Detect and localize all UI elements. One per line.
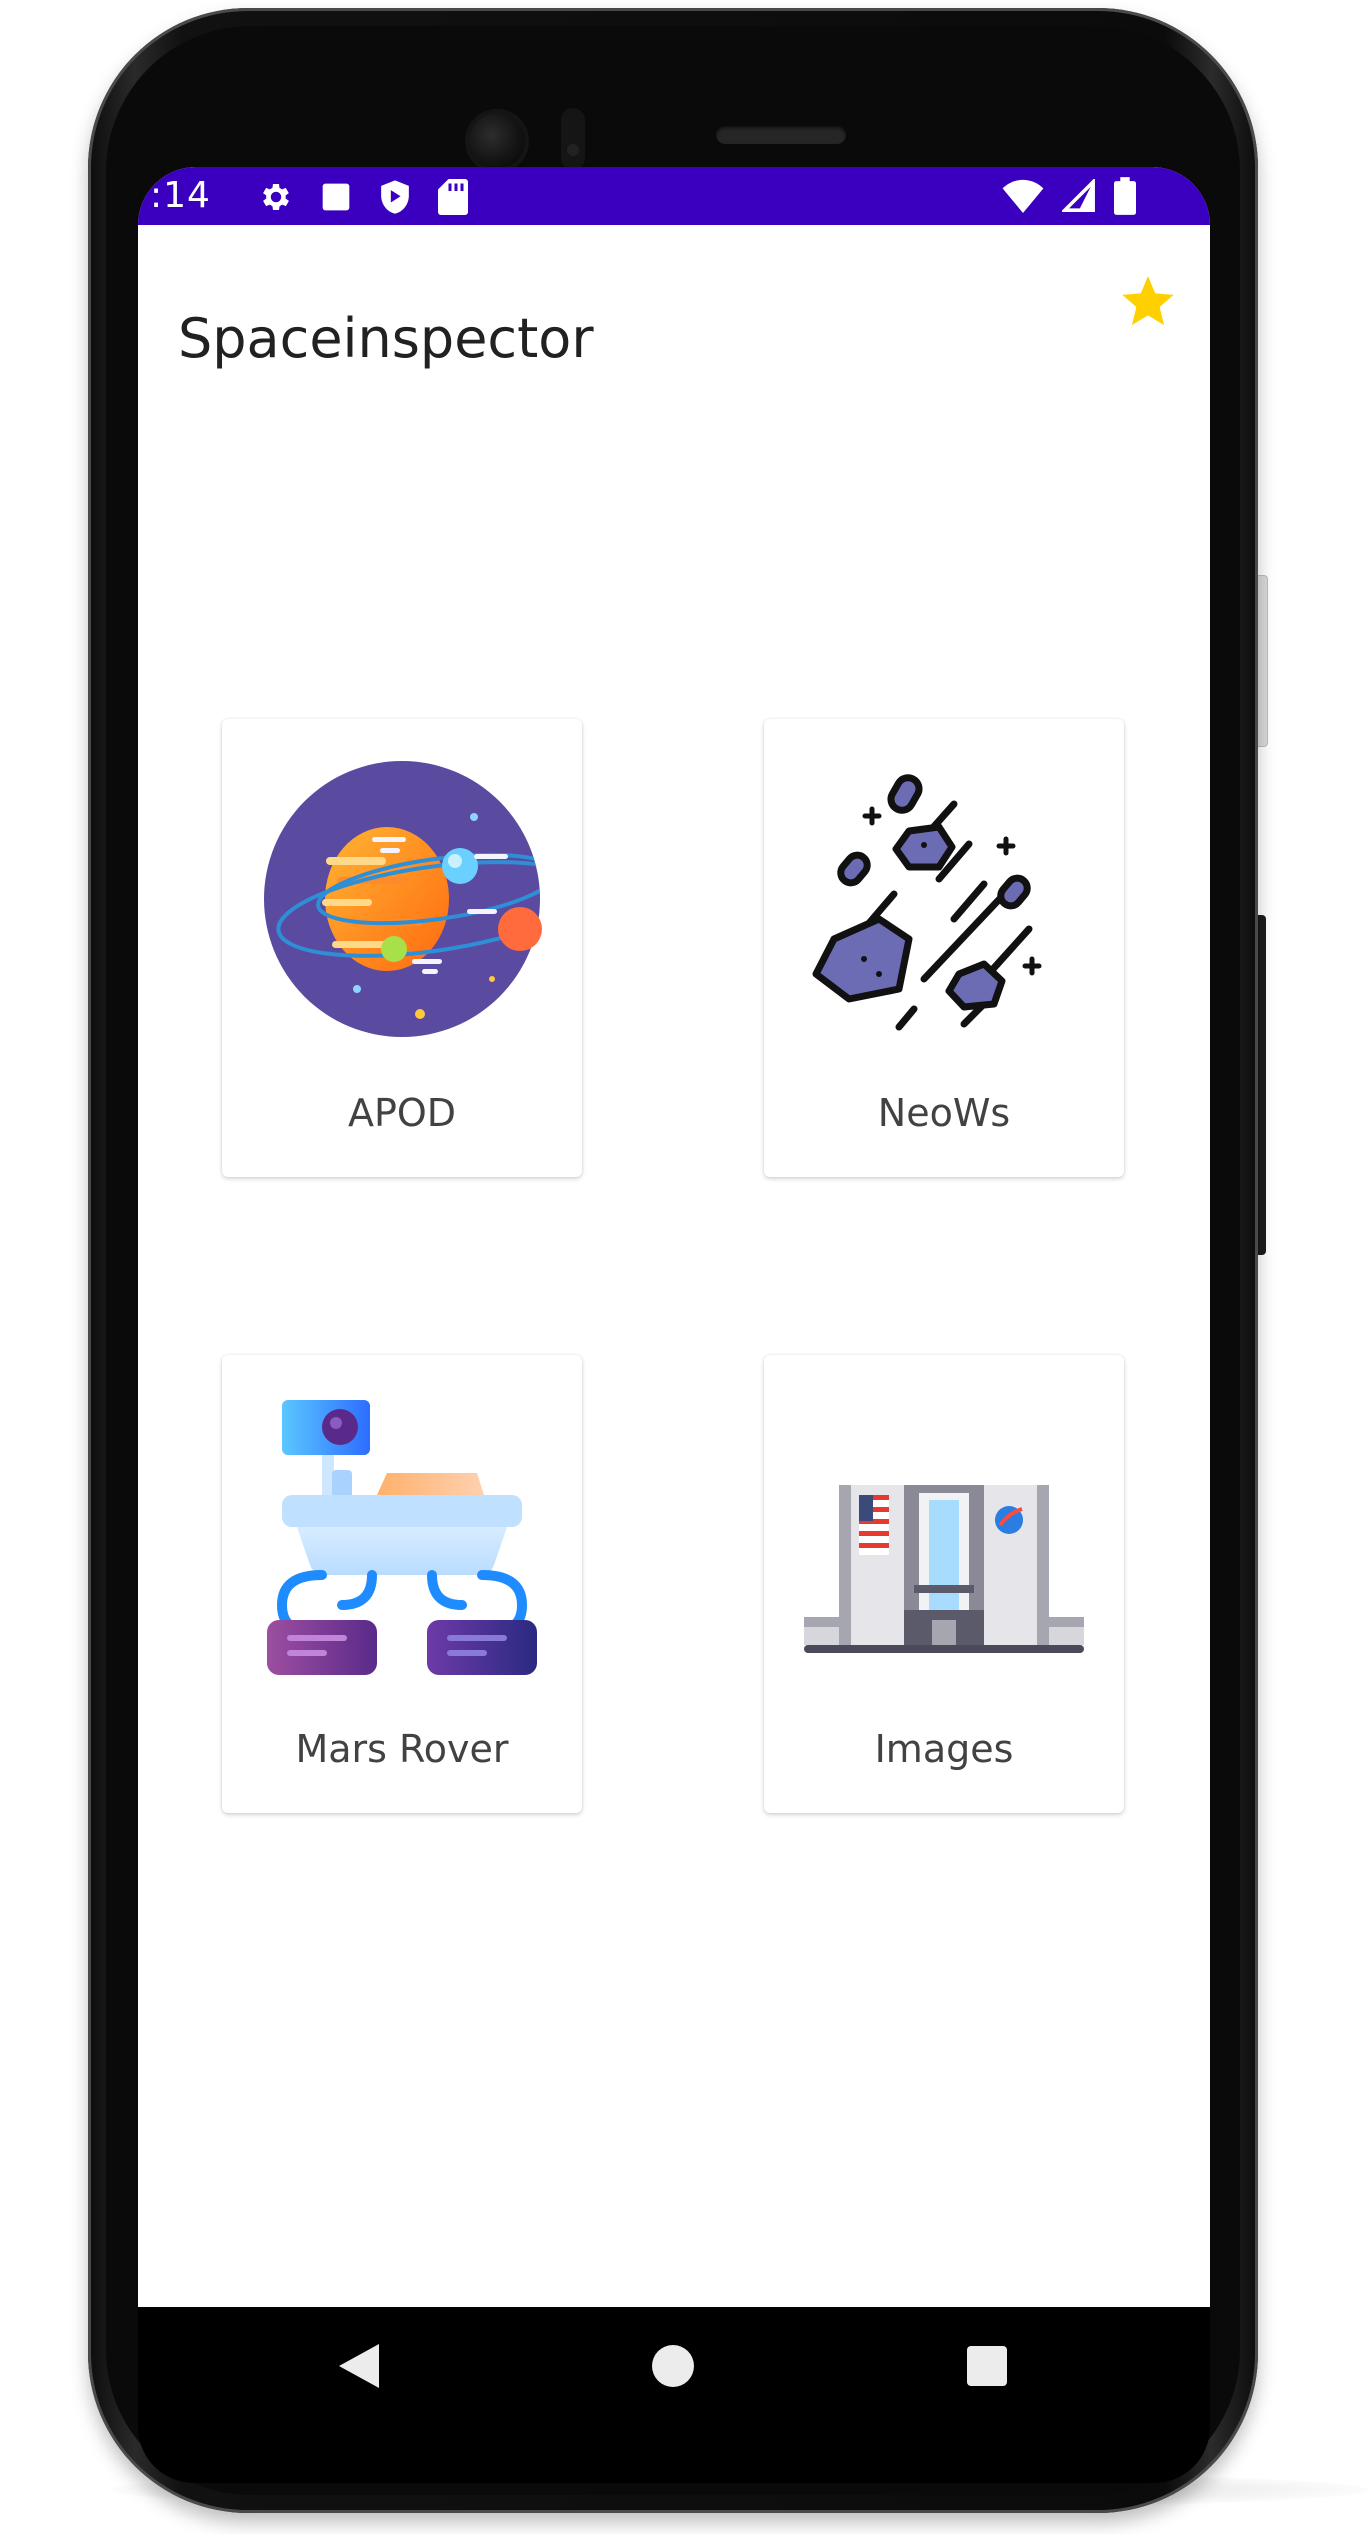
recents-square-icon: [967, 2345, 1007, 2391]
phone-chin: [138, 2427, 1210, 2483]
front-camera: [469, 113, 525, 169]
app-title: Spaceinspector: [178, 307, 594, 371]
phone-screen: :14 Spaceinspector APOD NeoWs Mars Rover…: [138, 167, 1210, 2427]
nav-back-button[interactable]: [336, 2343, 382, 2393]
shield-play-icon: [378, 179, 412, 215]
card-mars-rover[interactable]: Mars Rover: [222, 1355, 582, 1813]
gear-icon: [258, 179, 294, 215]
nav-home-button[interactable]: [650, 2344, 696, 2392]
mars-rover-icon: [262, 1395, 542, 1675]
favorites-button[interactable]: [1118, 275, 1178, 335]
back-triangle-icon: [339, 2343, 379, 2393]
card-label: APOD: [347, 1091, 457, 1135]
card-neows[interactable]: NeoWs: [764, 719, 1124, 1177]
card-apod[interactable]: APOD: [222, 719, 582, 1177]
star-icon: [1120, 275, 1176, 335]
card-label: Mars Rover: [295, 1727, 509, 1771]
battery-icon: [1114, 177, 1136, 215]
card-label: Images: [874, 1727, 1014, 1771]
nav-recents-button[interactable]: [964, 2345, 1010, 2391]
wifi-icon: [1002, 179, 1044, 213]
app-bar: Spaceinspector: [138, 225, 1210, 385]
nasa-building-icon: [804, 1395, 1084, 1675]
card-images[interactable]: Images: [764, 1355, 1124, 1813]
solar-system-icon: [262, 759, 542, 1039]
status-bar: :14: [138, 167, 1210, 225]
earpiece-speaker: [716, 126, 846, 144]
card-label: NeoWs: [877, 1091, 1011, 1135]
proximity-sensor: [561, 108, 585, 170]
status-icons-left: [258, 177, 468, 217]
asteroids-icon: [804, 759, 1084, 1039]
system-navigation-bar: [138, 2307, 1210, 2427]
cell-signal-icon: [1062, 179, 1096, 213]
sd-card-icon: [438, 179, 468, 215]
status-icons-right: [1002, 176, 1136, 216]
home-circle-icon: [652, 2344, 694, 2392]
square-notification-icon: [320, 181, 352, 213]
status-time: :14: [150, 175, 211, 216]
